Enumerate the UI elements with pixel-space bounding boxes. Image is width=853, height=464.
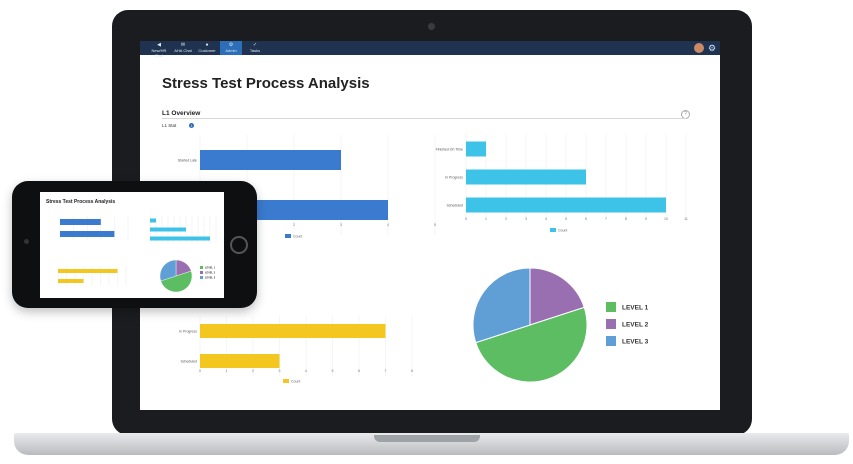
legend-label: LEVEL 1 — [622, 305, 649, 312]
bar[interactable] — [200, 354, 280, 368]
tick-label: 8 — [411, 369, 413, 373]
phone-bar-chart-cyan — [149, 216, 217, 243]
tick-label: 6 — [358, 369, 360, 373]
nav-item-admin[interactable]: ⚙ Admin — [220, 41, 242, 55]
legend-label: LEVEL 2 — [205, 271, 216, 274]
bar[interactable] — [150, 236, 210, 241]
tick-label: 10 — [664, 217, 668, 221]
legend-swatch — [200, 276, 203, 279]
phone-bar-chart-blue — [59, 216, 129, 240]
tick-label: 2 — [505, 217, 507, 221]
nav-item-customer[interactable]: ● Customer — [196, 41, 218, 55]
bar[interactable] — [466, 197, 666, 213]
tick-label: 8 — [625, 217, 627, 221]
tick-label: 7 — [605, 217, 607, 221]
bar[interactable] — [60, 231, 115, 237]
bar[interactable] — [58, 269, 118, 273]
legend-swatch — [550, 228, 556, 232]
nav-item-label: Customer — [198, 48, 216, 53]
subsection-label: L1 Stat — [162, 123, 177, 128]
category-label: In Progress — [445, 176, 463, 180]
nav-item-tasks[interactable]: ✓ Tasks — [244, 41, 266, 55]
category-label: Started Late — [178, 159, 197, 163]
legend-swatch — [200, 266, 203, 269]
tick-label: 0 — [465, 217, 467, 221]
tick-label: 6 — [585, 217, 587, 221]
tick-label: 1 — [226, 369, 228, 373]
legend-label: Count — [293, 235, 302, 239]
category-label: Finished On Time — [436, 148, 463, 152]
legend-swatch — [606, 336, 616, 346]
legend-swatch — [285, 234, 291, 238]
nav-item-label: Admin — [225, 48, 237, 53]
bar[interactable] — [466, 169, 586, 185]
tick-label: 3 — [279, 369, 281, 373]
webcam — [428, 23, 435, 30]
nav-item-label: Tasks — [249, 48, 261, 53]
tick-label: 9 — [645, 217, 647, 221]
phone-home-button[interactable] — [230, 236, 248, 254]
bar[interactable] — [58, 279, 84, 283]
nav-item-label: New/HR Chat — [151, 48, 167, 58]
phone-pie-chart: LEVEL 1 LEVEL 2 LEVEL 3 — [159, 259, 216, 293]
phone-bar-chart-yellow — [57, 266, 127, 286]
bar-chart-cyan: Finished On Time In Progress Scheduled 0 1 2 3… — [436, 135, 688, 233]
legend-label: LEVEL 1 — [205, 266, 216, 269]
smartphone: Stress Test Process Analysis LEVEL 1 LEVE… — [12, 181, 257, 308]
tick-label: 5 — [565, 217, 567, 221]
category-label: In Progress — [179, 330, 197, 334]
category-label: Scheduled — [180, 360, 197, 364]
legend-label: LEVEL 2 — [622, 322, 649, 329]
bar[interactable] — [150, 227, 186, 232]
laptop-lid-notch — [374, 435, 480, 442]
tick-label: 1 — [485, 217, 487, 221]
nav-item-aha-chat[interactable]: ✉ AHA Chat — [172, 41, 194, 55]
phone-screen: Stress Test Process Analysis LEVEL 1 LEVE… — [40, 192, 224, 298]
tick-label: 4 — [545, 217, 547, 221]
legend-swatch — [200, 271, 203, 274]
tick-label: 0 — [199, 369, 201, 373]
tick-label: 2 — [293, 223, 295, 227]
bar[interactable] — [466, 141, 486, 157]
tick-label: 11 — [684, 217, 688, 221]
phone-camera — [24, 239, 29, 244]
bar[interactable] — [200, 324, 386, 338]
info-icon[interactable]: i — [189, 123, 194, 128]
tick-label: 4 — [387, 223, 389, 227]
settings-icon[interactable]: ⚙ — [707, 43, 717, 53]
nav-item-label: AHA Chat — [174, 48, 192, 53]
tick-label: 3 — [525, 217, 527, 221]
tick-label: 4 — [305, 369, 307, 373]
category-label: Scheduled — [446, 204, 463, 208]
tick-label: 7 — [385, 369, 387, 373]
tick-label: 3 — [340, 223, 342, 227]
page-title: Stress Test Process Analysis — [162, 75, 370, 92]
bar[interactable] — [200, 150, 341, 170]
legend-swatch — [283, 379, 289, 383]
nav-item-new-hr-chat[interactable]: ◀ New/HR Chat — [148, 41, 170, 58]
legend-label: Count — [558, 229, 567, 233]
section-divider — [162, 118, 686, 119]
legend-label: LEVEL 3 — [622, 339, 649, 346]
legend-swatch — [606, 319, 616, 329]
tick-label: 2 — [252, 369, 254, 373]
pie-chart: LEVEL 1 LEVEL 2 LEVEL 3 — [472, 267, 649, 383]
phone-page-title: Stress Test Process Analysis — [46, 199, 116, 205]
legend-label: Count — [291, 380, 300, 384]
section-title: L1 Overview — [162, 110, 201, 117]
avatar[interactable] — [694, 43, 704, 53]
tick-label: 5 — [332, 369, 334, 373]
top-nav-bar: ◀ New/HR Chat ✉ AHA Chat ● Customer ⚙ Admin … — [140, 41, 720, 58]
legend-label: LEVEL 3 — [205, 276, 216, 279]
bar[interactable] — [60, 219, 101, 225]
bar[interactable] — [150, 218, 156, 223]
legend-swatch — [606, 302, 616, 312]
